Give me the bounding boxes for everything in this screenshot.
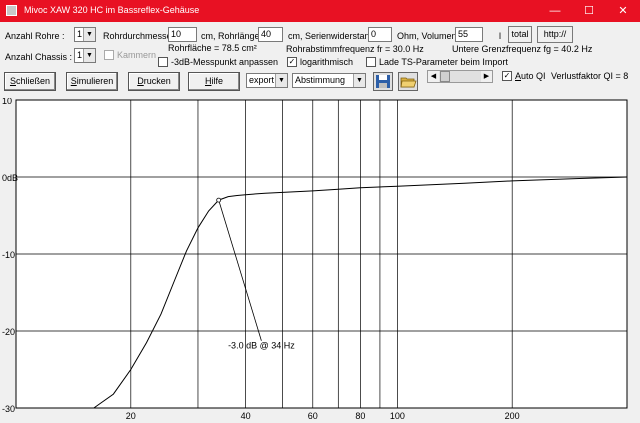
schliessen-label: chließen [15, 76, 51, 86]
rohrflaeche-text: Rohrfläche = 78.5 cm² [168, 43, 257, 53]
scroll-left-icon[interactable]: ◀ [428, 71, 439, 82]
volumen-input[interactable]: 55 [455, 27, 483, 42]
drucken-button[interactable]: Drucken [128, 72, 180, 91]
minimize-icon: — [549, 5, 561, 17]
schliessen-button[interactable]: Schließen [4, 72, 56, 91]
volumen-label: Ohm, Volumen [397, 31, 457, 41]
x-tick-label: 100 [390, 411, 405, 421]
y-tick-label: -30 [2, 404, 15, 414]
volumen-unit: l [499, 31, 501, 41]
y-tick-label: 10 [2, 98, 12, 106]
annotation-label: -3.0 dB @ 34 Hz [228, 341, 295, 351]
close-window-button[interactable]: ✕ [606, 0, 640, 22]
rohrdurchmesser-label: Rohrdurchmesser [103, 31, 175, 41]
simulieren-label: imulieren [76, 76, 114, 86]
anzahl-chassis-select[interactable]: 1 ▼ [74, 48, 96, 63]
maximize-icon: ☐ [584, 5, 594, 17]
x-tick-label: 20 [126, 411, 136, 421]
untere-grenzfrequenz-text: Untere Grenzfrequenz fg = 40.2 Hz [452, 44, 593, 54]
export-select[interactable]: export ▼ [246, 73, 288, 88]
frequency-response-chart: 10 0dB -10 -20 -30 20 40 60 80 100 200 -3.0 dB @ 34… [2, 98, 628, 421]
lade-ts-label: Lade TS-Parameter beim Import [379, 57, 508, 67]
chevron-down-icon: ▼ [275, 74, 287, 87]
window-title: Mivoc XAW 320 HC im Bassreflex-Gehäuse [24, 5, 200, 15]
logarithmisch-label: logarithmisch [300, 57, 354, 67]
x-tick-label: 80 [355, 411, 365, 421]
y-tick-label: 0dB [2, 173, 18, 183]
rohrabstimmfrequenz-text: Rohrabstimmfrequenz fr = 30.0 Hz [286, 44, 424, 54]
floppy-save-icon [376, 75, 390, 88]
serienwiderstand-input[interactable]: 0 [368, 27, 392, 42]
x-tick-label: 60 [308, 411, 318, 421]
chevron-down-icon: ▼ [83, 28, 95, 41]
y-tick-label: -10 [2, 250, 15, 260]
chevron-down-icon: ▼ [353, 74, 365, 87]
auto-ql-text: uto QI [521, 71, 546, 81]
x-tick-label: 200 [505, 411, 520, 421]
folder-open-icon [400, 77, 417, 88]
anzahl-rohre-label: Anzahl Rohre : [5, 31, 65, 41]
hilfe-button[interactable]: Hilfe [188, 72, 240, 91]
rohrdurchmesser-input[interactable]: 10 [168, 27, 197, 42]
rohrlaenge-label: cm, Rohrlänge [201, 31, 260, 41]
anzahl-chassis-value: 1 [77, 50, 83, 60]
anzahl-rohre-select[interactable]: 1 ▼ [74, 27, 96, 42]
minimize-button[interactable]: — [538, 0, 572, 22]
x-tick-label: 40 [241, 411, 251, 421]
maximize-button[interactable]: ☐ [572, 0, 606, 22]
lade-ts-checkbox[interactable] [366, 57, 376, 67]
title-bar: Mivoc XAW 320 HC im Bassreflex-Gehäuse —… [0, 0, 640, 22]
app-icon [6, 5, 17, 16]
scroll-right-icon[interactable]: ▶ [481, 71, 492, 82]
export-value: export [249, 75, 275, 85]
abstimmung-value: Abstimmung [295, 75, 346, 85]
serienwiderstand-label: cm, Serienwiderstand [288, 31, 375, 41]
anzahl-chassis-label: Anzahl Chassis : [5, 52, 73, 62]
scroll-thumb[interactable] [440, 71, 450, 82]
kammern-label: Kammern [117, 50, 157, 60]
auto-ql-checkbox[interactable]: ✓ [502, 71, 512, 81]
close-icon: ✕ [618, 5, 628, 17]
chevron-down-icon: ▼ [83, 49, 95, 62]
messpunkt-label: -3dB-Messpunkt anpassen [171, 57, 279, 67]
abstimmung-select[interactable]: Abstimmung ▼ [292, 73, 366, 88]
http-button[interactable]: http:// [537, 26, 573, 43]
minus3db-marker [216, 197, 222, 203]
save-button[interactable] [373, 72, 393, 91]
open-button[interactable] [398, 72, 418, 91]
y-tick-label: -20 [2, 327, 15, 337]
kammern-checkbox[interactable] [104, 50, 114, 60]
logarithmisch-checkbox[interactable]: ✓ [287, 57, 297, 67]
auto-ql-label: Auto QI [515, 71, 546, 81]
drucken-label: rucken [143, 76, 171, 86]
zoom-scrollbar[interactable]: ◀ ▶ [427, 70, 493, 83]
simulieren-button[interactable]: Simulieren [66, 72, 118, 91]
anzahl-rohre-value: 1 [77, 29, 83, 39]
messpunkt-checkbox[interactable] [158, 57, 168, 67]
verlustfaktor-text: Verlustfaktor QI = 8 [551, 71, 629, 81]
rohrlaenge-input[interactable]: 40 [258, 27, 283, 42]
hilfe-label: ilfe [211, 76, 223, 86]
total-button[interactable]: total [508, 26, 532, 43]
